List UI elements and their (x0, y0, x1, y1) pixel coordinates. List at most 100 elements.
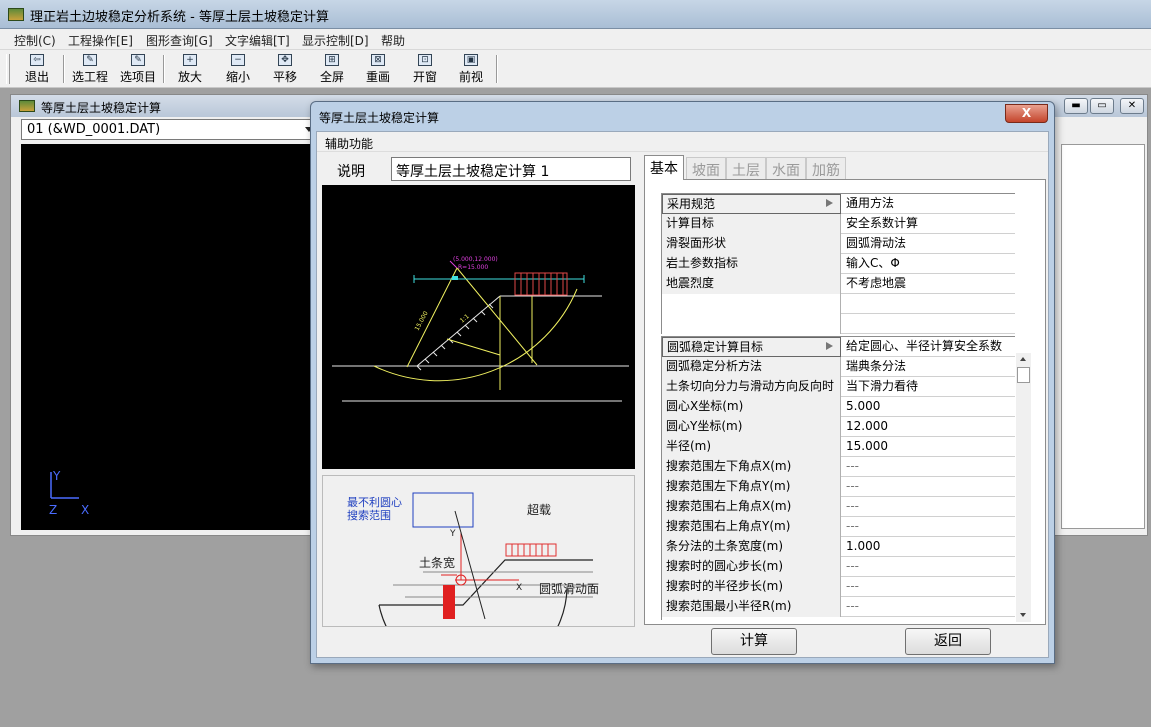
file-select-value: 01 (&WD_0001.DAT) (27, 122, 161, 137)
zoom-in-label: 放大 (177, 70, 202, 84)
grid-row[interactable]: 搜索范围右上角点Y(m) --- (662, 517, 1015, 537)
grid-value[interactable]: 安全系数计算 (842, 214, 1014, 234)
grid-value (842, 314, 1014, 334)
grid-key (662, 294, 841, 314)
grid-key: 搜索范围右上角点Y(m) (662, 517, 841, 537)
menu-aux-functions[interactable]: 辅助功能 (325, 135, 373, 152)
tab-basic[interactable]: 基本 (644, 155, 684, 180)
grid-value[interactable]: --- (842, 577, 1014, 597)
dialog-close-button[interactable]: X (1005, 104, 1048, 123)
file-select[interactable]: 01 (&WD_0001.DAT) (21, 119, 316, 140)
dialog-menubar: 辅助功能 (317, 132, 1048, 152)
grid-row[interactable]: 圆心X坐标(m) 5.000 (662, 397, 1015, 417)
tab-water-surface[interactable]: 水面 (766, 157, 806, 179)
description-input[interactable]: 等厚土层土坡稳定计算 1 (391, 157, 631, 181)
grid-value[interactable]: 12.000 (842, 417, 1014, 437)
grid-row[interactable]: 半径(m) 15.000 (662, 437, 1015, 457)
grid-row[interactable]: 搜索范围右上角点X(m) --- (662, 497, 1015, 517)
grid-row[interactable]: 圆心Y坐标(m) 12.000 (662, 417, 1015, 437)
grid-row[interactable]: 条分法的土条宽度(m) 1.000 (662, 537, 1015, 557)
pan-button[interactable]: ✥ 平移 (263, 53, 307, 85)
tab-reinforcement[interactable]: 加筋 (806, 157, 846, 179)
menu-help[interactable]: 帮助 (381, 32, 405, 49)
grid-value[interactable]: 不考虑地震 (842, 274, 1014, 294)
grid-value[interactable]: --- (842, 557, 1014, 577)
grid-row[interactable]: 搜索范围左下角点X(m) --- (662, 457, 1015, 477)
grid-value[interactable]: --- (842, 597, 1014, 617)
exit-label: 退出 (24, 70, 49, 84)
scroll-down-icon[interactable] (1020, 613, 1026, 617)
grid-row[interactable]: 搜索范围最小半径R(m) --- (662, 597, 1015, 617)
grid-row[interactable]: 采用规范 通用方法 (662, 194, 1015, 214)
fullscreen-button[interactable]: ⊞ 全屏 (310, 53, 354, 85)
grid-value[interactable]: 通用方法 (842, 194, 1014, 214)
menu-text-edit[interactable]: 文字编辑[T] (225, 32, 290, 49)
select-project-button[interactable]: ✎ 选工程 (68, 53, 112, 85)
scroll-thumb[interactable] (1017, 367, 1030, 383)
radius-label: R=15.000 (458, 264, 488, 271)
back-button[interactable]: 返回 (905, 628, 991, 655)
select-item-button[interactable]: ✎ 选项目 (116, 53, 160, 85)
front-view-button[interactable]: ▣ 前视 (449, 53, 493, 85)
grid-key: 条分法的土条宽度(m) (662, 537, 841, 557)
zoom-in-button[interactable]: + 放大 (168, 53, 212, 85)
grid-row[interactable]: 圆弧稳定计算目标 给定圆心、半径计算安全系数 (662, 337, 1015, 357)
restore-icon[interactable]: ▭ (1090, 98, 1114, 114)
grid-value[interactable]: 1.000 (842, 537, 1014, 557)
zoom-out-icon: − (231, 54, 245, 66)
grid-row[interactable]: 搜索时的半径步长(m) --- (662, 577, 1015, 597)
grid-value[interactable]: 给定圆心、半径计算安全系数 (842, 337, 1014, 357)
scroll-up-icon[interactable] (1020, 357, 1026, 361)
description-label: 说明 (337, 164, 365, 180)
grid-value[interactable]: 瑞典条分法 (842, 357, 1014, 377)
open-window-button[interactable]: ⊡ 开窗 (403, 53, 447, 85)
menu-project[interactable]: 工程操作[E] (68, 32, 133, 49)
zoom-in-icon: + (183, 54, 197, 66)
close-icon[interactable]: ✕ (1120, 98, 1144, 114)
grid-value[interactable]: 当下滑力看待 (842, 377, 1014, 397)
grid-row[interactable]: 搜索时的圆心步长(m) --- (662, 557, 1015, 577)
grid-value[interactable]: --- (842, 517, 1014, 537)
grid-row[interactable]: 搜索范围左下角点Y(m) --- (662, 477, 1015, 497)
grid-value[interactable]: 圆弧滑动法 (842, 234, 1014, 254)
legend-drawing: 最不利圆心 搜索范围 超载 Y X 土条宽 圆弧滑动面 (347, 492, 599, 682)
grid-row[interactable]: 地震烈度 不考虑地震 (662, 274, 1015, 294)
child-window-icon (19, 100, 35, 112)
slope-preview-drawing: (5.000,12.000) R=15.000 15.000 1:1 (332, 256, 629, 402)
toolbar-grip[interactable] (6, 54, 10, 84)
grid-value[interactable]: 15.000 (842, 437, 1014, 457)
menu-graph-query[interactable]: 图形查询[G] (146, 32, 213, 49)
grid-value[interactable]: 输入C、Φ (842, 254, 1014, 274)
grid-row[interactable]: 岩土参数指标 输入C、Φ (662, 254, 1015, 274)
exit-button[interactable]: ⇦ 退出 (15, 53, 59, 85)
redraw-button[interactable]: ⊠ 重画 (356, 53, 400, 85)
toolbar-separator (63, 55, 65, 83)
grid-value[interactable]: 5.000 (842, 397, 1014, 417)
grid-row[interactable]: 圆弧稳定分析方法 瑞典条分法 (662, 357, 1015, 377)
grid-value[interactable]: --- (842, 477, 1014, 497)
front-view-icon: ▣ (464, 54, 478, 66)
current-row-icon (826, 342, 833, 350)
calculate-button[interactable]: 计算 (711, 628, 797, 655)
drawing-canvas[interactable]: Y Z X (21, 144, 324, 530)
grid-row[interactable]: 土条切向分力与滑动方向反向时 当下滑力看待 (662, 377, 1015, 397)
tab-soil-layers[interactable]: 土层 (726, 157, 766, 179)
grid-value[interactable]: --- (842, 497, 1014, 517)
zoom-out-label: 缩小 (225, 70, 250, 84)
exit-icon: ⇦ (30, 54, 44, 66)
arc-grid-scrollbar[interactable] (1016, 353, 1031, 622)
dialog-title: 等厚土层土坡稳定计算 (319, 111, 440, 125)
app-title: 理正岩土边坡稳定分析系统 - 等厚土层土坡稳定计算 (30, 10, 329, 25)
menu-control[interactable]: 控制(C) (14, 32, 56, 49)
menu-display[interactable]: 显示控制[D] (302, 32, 369, 49)
grid-row[interactable]: 滑裂面形状 圆弧滑动法 (662, 234, 1015, 254)
grid-key: 搜索时的半径步长(m) (662, 577, 841, 597)
minimize-icon[interactable]: ▬ (1064, 98, 1088, 114)
grid-row[interactable]: 计算目标 安全系数计算 (662, 214, 1015, 234)
stability-dialog: 等厚土层土坡稳定计算 X 辅助功能 说明 等厚土层土坡稳定计算 1 (5.000… (310, 101, 1055, 682)
grid-value[interactable]: --- (842, 457, 1014, 477)
grid-key: 土条切向分力与滑动方向反向时 (662, 377, 841, 397)
zoom-out-button[interactable]: − 缩小 (216, 53, 260, 85)
axis-indicator: Y Z X (49, 469, 89, 517)
tab-slope-surface[interactable]: 坡面 (686, 157, 726, 179)
